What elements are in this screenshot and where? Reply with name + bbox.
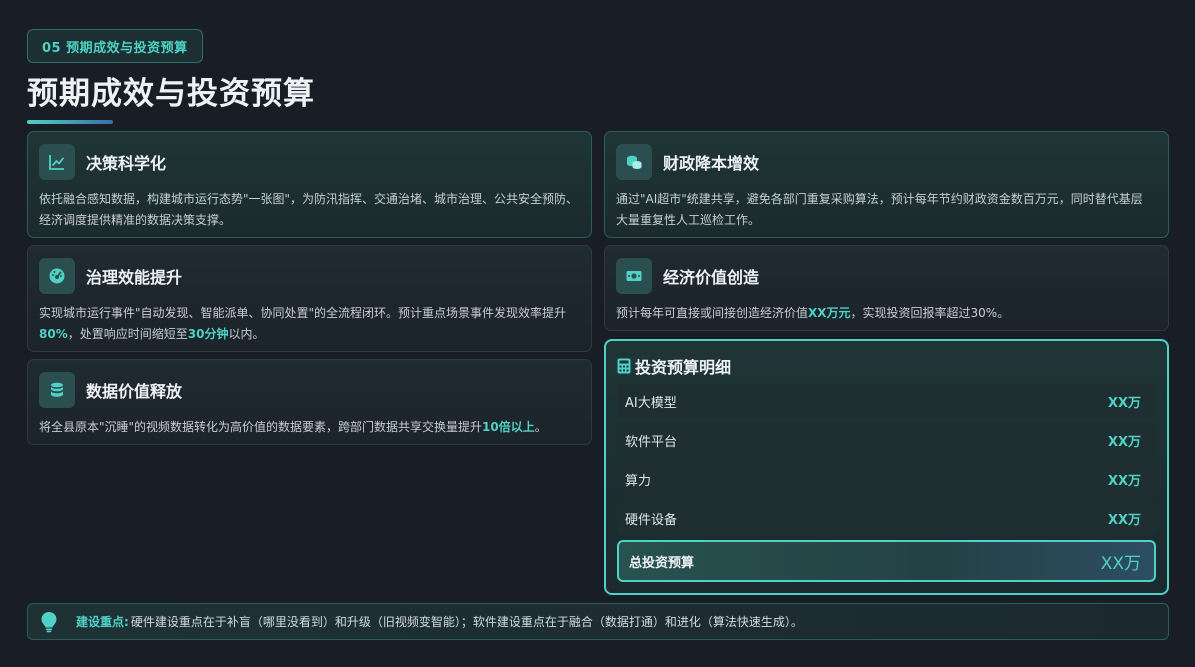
card-body: 预计每年可直接或间接创造经济价值XX万元，实现投资回报率超过30%。 [616,303,1157,324]
budget-row-label: AI大模型 [625,395,677,411]
card-head: 财政降本增效 [616,143,1157,181]
budget-total-row: 总投资预算 XX万 [617,540,1156,582]
money-bill-icon [616,258,652,294]
budget-total-label: 总投资预算 [629,555,695,571]
footer-key: 建设重点: [76,615,129,629]
card-body: 通过"AI超市"统建共享，避免各部门重复采购算法，预计每年节约财政资金数百万元，… [616,189,1157,231]
card-title: 财政降本增效 [663,154,760,173]
database-icon [39,372,75,408]
card-head: 经济价值创造 [616,257,1157,295]
card-title: 治理效能提升 [86,268,183,287]
card-text: ，处置响应时间缩短至 [67,327,188,341]
budget-row-value: XX万 [1107,395,1141,411]
budget-row: 硬件设备 XX万 [617,501,1156,535]
section-tag: 05 预期成效与投资预算 [27,29,203,63]
budget-row-value: XX万 [1107,434,1141,450]
budget-row-label: 算力 [625,473,652,489]
budget-row-value: XX万 [1107,473,1141,489]
budget-panel: 投资预算明细 AI大模型 XX万 软件平台 XX万 算力 XX万 硬件设备 XX… [604,339,1169,595]
card-text-line: 大量重复性人工巡检工作。 [616,213,761,227]
budget-row: AI大模型 XX万 [617,384,1156,418]
card-data-value: 数据价值释放 将全县原本"沉睡"的视频数据转化为高价值的数据要素，跨部门数据共享… [27,359,592,445]
card-head: 决策科学化 [39,143,580,181]
card-text: ，实现投资回报率超过30%。 [850,306,1010,320]
budget-title: 投资预算明细 [635,358,732,377]
card-text: 将全县原本"沉睡"的视频数据转化为高价值的数据要素，跨部门数据共享交换量提升 [39,420,483,434]
coins-icon [616,144,652,180]
gauge-icon [39,258,75,294]
card-title: 决策科学化 [86,154,167,173]
card-text: 以内。 [228,327,265,341]
budget-total-value: XX万 [1100,553,1141,574]
budget-row: 算力 XX万 [617,462,1156,496]
calculator-icon [617,358,631,374]
budget-row-value: XX万 [1107,512,1141,528]
page-title: 预期成效与投资预算 [27,76,315,112]
budget-row-label: 软件平台 [625,434,678,450]
title-underline [27,120,113,124]
card-text-line: 通过"AI超市"统建共享，避免各部门重复采购算法，预计每年节约财政资金数百万元，… [616,192,1143,206]
card-text-line: 依托融合感知数据，构建城市运行态势"一张图"，为防汛指挥、交通治堵、城市治理、公… [39,192,579,206]
budget-row: 软件平台 XX万 [617,423,1156,457]
card-body: 将全县原本"沉睡"的视频数据转化为高价值的数据要素，跨部门数据共享交换量提升10… [39,417,580,438]
budget-head: 投资预算明细 [617,353,1156,379]
highlight-value: 80% [39,327,68,341]
card-text: 预计每年可直接或间接创造经济价值 [616,306,809,320]
card-title: 数据价值释放 [86,382,183,401]
card-text-line: 实现城市运行事件"自动发现、智能派单、协同处置"的全流程闭环。预计重点场景事件发… [39,306,567,320]
card-body: 实现城市运行事件"自动发现、智能派单、协同处置"的全流程闭环。预计重点场景事件发… [39,303,580,345]
card-head: 数据价值释放 [39,371,580,409]
card-body: 依托融合感知数据，构建城市运行态势"一张图"，为防汛指挥、交通治堵、城市治理、公… [39,189,580,231]
lightbulb-icon [41,611,57,632]
card-title: 经济价值创造 [663,268,760,287]
chart-line-icon [39,144,75,180]
budget-row-label: 硬件设备 [625,512,678,528]
card-text: 。 [534,420,547,434]
highlight-value: 10倍以上 [482,420,535,434]
card-governance: 治理效能提升 实现城市运行事件"自动发现、智能派单、协同处置"的全流程闭环。预计… [27,245,592,352]
card-text-line: 80%，处置响应时间缩短至30分钟以内。 [39,324,580,345]
card-finance: 财政降本增效 通过"AI超市"统建共享，避免各部门重复采购算法，预计每年节约财政… [604,131,1169,238]
highlight-value: XX万元 [808,306,851,320]
card-economy: 经济价值创造 预计每年可直接或间接创造经济价值XX万元，实现投资回报率超过30%… [604,245,1169,331]
card-head: 治理效能提升 [39,257,580,295]
card-text-line: 经济调度提供精准的数据决策支撑。 [39,213,232,227]
footer-text: 硬件建设重点在于补盲（哪里没看到）和升级（旧视频变智能）；软件建设重点在于融合（… [130,615,803,629]
card-decision: 决策科学化 依托融合感知数据，构建城市运行态势"一张图"，为防汛指挥、交通治堵、… [27,131,592,238]
footer-note: 建设重点: 硬件建设重点在于补盲（哪里没看到）和升级（旧视频变智能）；软件建设重… [27,603,1169,640]
highlight-value: 30分钟 [187,327,229,341]
